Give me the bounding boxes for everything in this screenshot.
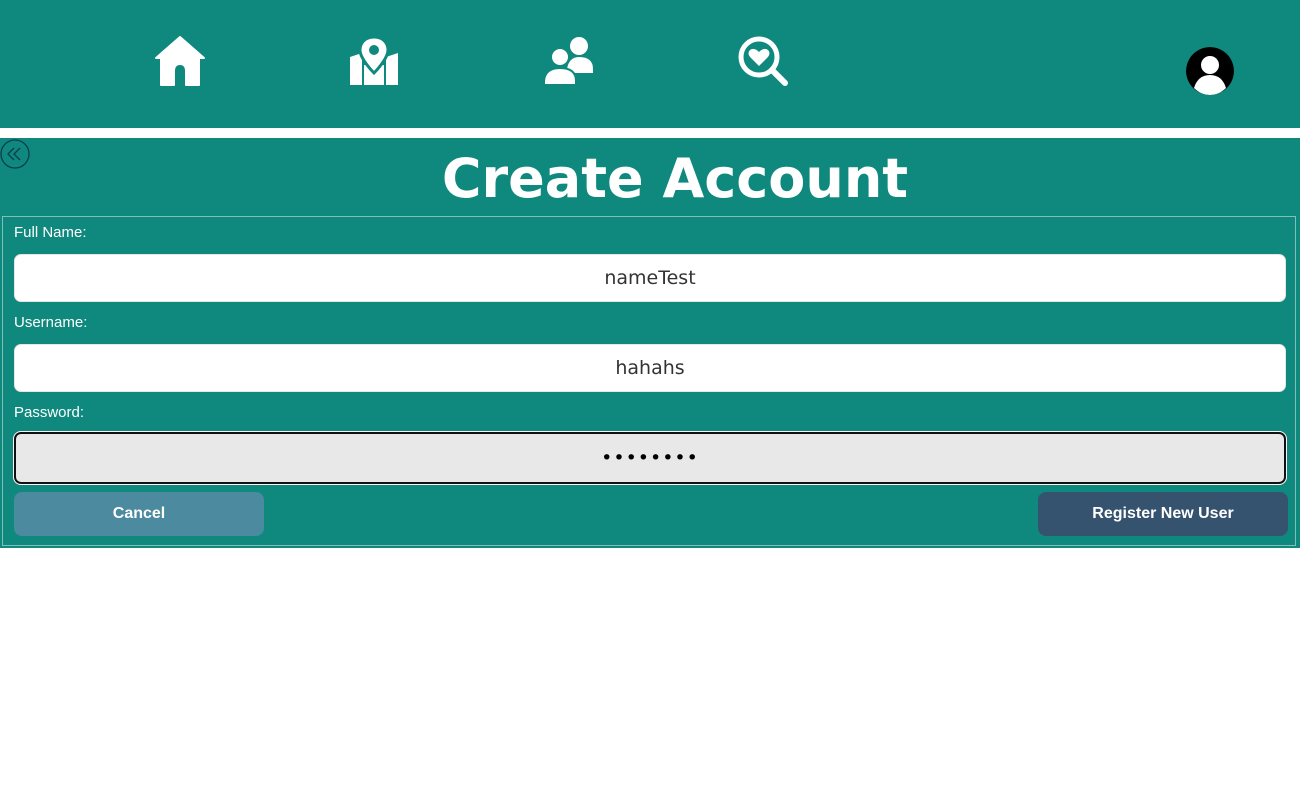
password-input[interactable]: [14, 432, 1286, 484]
username-label: Username:: [14, 314, 88, 331]
home-icon[interactable]: [154, 35, 206, 87]
fullname-input[interactable]: [14, 254, 1286, 302]
username-input[interactable]: [14, 344, 1286, 392]
page-title: Create Account: [441, 147, 909, 210]
cancel-button[interactable]: Cancel: [14, 492, 264, 536]
registration-form: Full Name: Username: Password: Cancel Re…: [2, 216, 1296, 546]
search-heart-icon[interactable]: [737, 35, 789, 87]
users-icon[interactable]: [543, 35, 595, 87]
create-account-panel: Create Account Full Name: Username: Pass…: [0, 138, 1300, 548]
register-button[interactable]: Register New User: [1038, 492, 1288, 536]
fullname-label: Full Name:: [14, 224, 87, 241]
user-avatar-icon[interactable]: [1186, 47, 1234, 95]
top-nav-bar: [0, 0, 1300, 128]
map-pin-icon[interactable]: [348, 35, 400, 87]
password-label: Password:: [14, 404, 85, 421]
